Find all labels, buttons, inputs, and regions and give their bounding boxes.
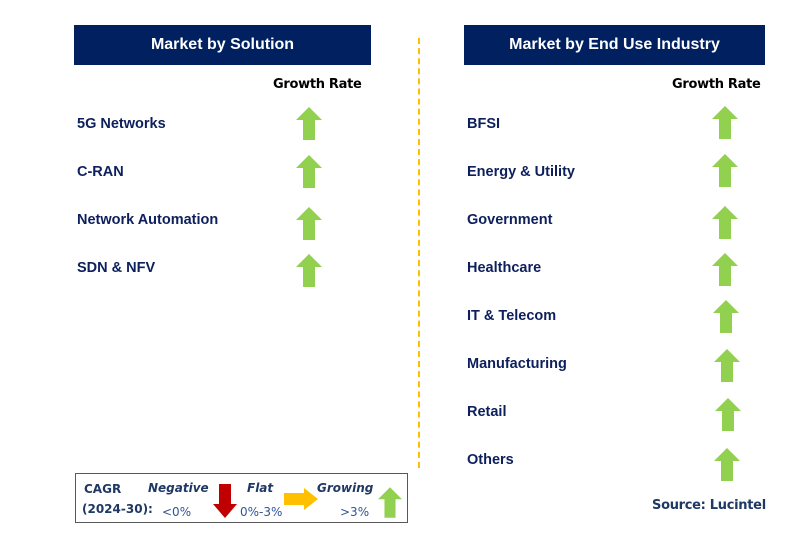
- industry-item-label: Healthcare: [467, 260, 542, 276]
- legend-negative-label: Negative: [148, 481, 209, 495]
- solution-item-label: SDN & NFV: [77, 260, 156, 276]
- solution-panel-title: Market by Solution: [150, 36, 295, 53]
- growing-arrow-up-icon: [296, 207, 322, 240]
- growing-arrow-up-icon: [712, 106, 738, 139]
- industry-panel-title: Market by End Use Industry: [509, 36, 720, 53]
- solution-item-label: Network Automation: [77, 212, 219, 228]
- growing-arrow-up-icon: [712, 253, 738, 286]
- growing-arrow-up-icon: [714, 448, 740, 481]
- industry-item-label: Manufacturing: [467, 356, 567, 372]
- industry-panel-header: Market by End Use Industry: [464, 25, 765, 65]
- solution-item-label: C-RAN: [77, 164, 124, 180]
- industry-growth-rate-label: Growth Rate: [672, 77, 761, 92]
- industry-item-label: Energy & Utility: [467, 164, 575, 180]
- industry-item-label: BFSI: [467, 116, 501, 132]
- legend-cagr-label: CAGR: [84, 482, 122, 496]
- legend-flat-range: 0%-3%: [240, 505, 283, 519]
- source-label: Source: Lucintel: [652, 498, 766, 513]
- solution-growth-rate-label: Growth Rate: [273, 77, 362, 92]
- growing-arrow-up-icon: [714, 349, 740, 382]
- legend-growing-label: Growing: [317, 481, 374, 495]
- industry-item-label: IT & Telecom: [467, 308, 557, 324]
- solution-item-label: 5G Networks: [77, 116, 166, 132]
- growing-arrow-up-icon: [712, 154, 738, 187]
- growing-arrow-up-icon: [296, 107, 322, 140]
- arrow-right-icon: [284, 488, 318, 510]
- legend-flat-label: Flat: [247, 481, 274, 495]
- growing-arrow-up-icon: [715, 398, 741, 431]
- legend-growing-range: >3%: [340, 505, 370, 519]
- industry-item-label: Retail: [467, 404, 507, 420]
- growing-arrow-up-icon: [712, 206, 738, 239]
- industry-item-label: Government: [467, 212, 553, 228]
- industry-item-label: Others: [467, 452, 514, 468]
- solution-panel-header: Market by Solution: [74, 25, 371, 65]
- arrow-up-icon: [378, 487, 402, 518]
- panel-divider: [418, 38, 420, 468]
- growing-arrow-up-icon: [296, 155, 322, 188]
- cagr-legend: CAGR (2024-30): Negative <0% Flat 0%-3% …: [75, 473, 408, 523]
- growing-arrow-up-icon: [296, 254, 322, 287]
- legend-cagr-period: (2024-30):: [82, 502, 153, 516]
- arrow-down-icon: [213, 484, 237, 518]
- growing-arrow-up-icon: [713, 300, 739, 333]
- legend-negative-range: <0%: [162, 505, 192, 519]
